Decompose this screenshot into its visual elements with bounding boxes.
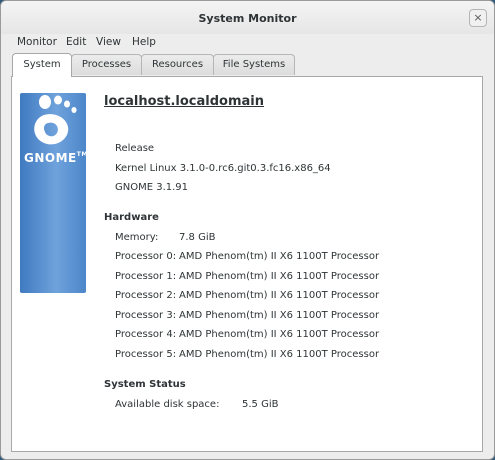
tab-strip: System Processes Resources File Systems — [12, 53, 485, 77]
processor-value: AMD Phenom(tm) II X6 1100T Processor — [179, 329, 380, 340]
menu-view[interactable]: View — [96, 36, 121, 48]
gnome-foot-icon — [34, 95, 77, 145]
processor-value: AMD Phenom(tm) II X6 1100T Processor — [179, 349, 380, 360]
menu-help[interactable]: Help — [132, 36, 156, 48]
processor-label: Processor 4: — [115, 329, 177, 340]
title-bar[interactable]: System Monitor × — [1, 1, 494, 34]
system-status-heading: System Status — [104, 379, 186, 390]
menu-edit[interactable]: Edit — [66, 36, 86, 48]
menu-bar: Monitor Edit View Help — [1, 34, 494, 52]
kernel-version: Kernel Linux 3.1.0-0.rc6.git0.3.fc16.x86… — [115, 163, 331, 174]
tab-processes[interactable]: Processes — [71, 54, 142, 75]
processor-value: AMD Phenom(tm) II X6 1100T Processor — [179, 271, 380, 282]
disk-space-label: Available disk space: — [115, 399, 220, 410]
gnome-logo: GNOMETM — [20, 93, 88, 293]
tab-resources[interactable]: Resources — [141, 54, 214, 75]
processor-label: Processor 2: — [115, 290, 177, 301]
gnome-wordmark: GNOMETM — [24, 151, 88, 165]
processor-label: Processor 5: — [115, 349, 177, 360]
hostname: localhost.localdomain — [104, 94, 264, 109]
memory-label: Memory: — [115, 232, 159, 243]
close-button[interactable]: × — [469, 9, 487, 27]
window-title: System Monitor — [198, 12, 297, 25]
processor-value: AMD Phenom(tm) II X6 1100T Processor — [179, 251, 380, 262]
release-label: Release — [115, 143, 155, 154]
processor-label: Processor 0: — [115, 251, 177, 262]
processor-value: AMD Phenom(tm) II X6 1100T Processor — [179, 310, 380, 321]
menu-monitor[interactable]: Monitor — [17, 36, 57, 48]
processor-value: AMD Phenom(tm) II X6 1100T Processor — [179, 290, 380, 301]
disk-space-value: 5.5 GiB — [242, 399, 279, 410]
processor-label: Processor 1: — [115, 271, 177, 282]
close-icon: × — [473, 11, 483, 24]
tab-file-systems[interactable]: File Systems — [213, 54, 295, 75]
gnome-version: GNOME 3.1.91 — [115, 182, 189, 193]
tab-system[interactable]: System — [12, 53, 72, 77]
hardware-heading: Hardware — [104, 212, 159, 223]
processor-label: Processor 3: — [115, 310, 177, 321]
memory-value: 7.8 GiB — [179, 232, 216, 243]
